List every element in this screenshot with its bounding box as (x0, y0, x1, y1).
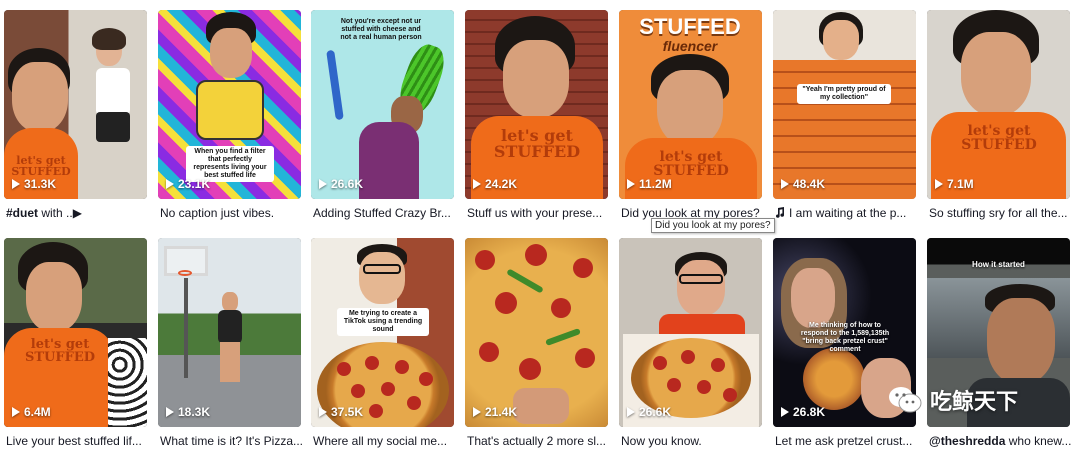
play-icon (781, 179, 789, 189)
play-icon (319, 407, 327, 417)
view-count: 21.4K (473, 405, 517, 419)
video-thumbnail[interactable]: let's get STUFFED 24.2K (465, 10, 608, 199)
video-caption[interactable]: @theshredda who knew... (929, 434, 1072, 448)
video-thumbnail[interactable]: 18.3K (158, 238, 301, 427)
play-icon (12, 179, 20, 189)
play-icon (935, 179, 943, 189)
video-thumbnail[interactable]: Not you're except not ur stuffed with ch… (311, 10, 454, 199)
view-count: 26.6K (319, 177, 363, 191)
play-icon (166, 179, 174, 189)
wechat-icon (889, 387, 922, 413)
play-icon (473, 407, 481, 417)
play-icon (319, 179, 327, 189)
play-icon (12, 407, 20, 417)
video-thumbnail[interactable]: 21.4K (465, 238, 608, 427)
video-caption[interactable]: I am waiting at the p... (775, 206, 918, 220)
caption-tooltip: Did you look at my pores? (651, 218, 775, 233)
video-caption[interactable]: Live your best stuffed lif... (6, 434, 149, 448)
view-count: 6.4M (12, 405, 51, 419)
video-thumbnail[interactable]: 26.6K (619, 238, 762, 427)
video-thumbnail[interactable]: let's get STUFFED 7.1M (927, 10, 1070, 199)
video-caption[interactable]: Let me ask pretzel crust... (775, 434, 918, 448)
view-count: 26.8K (781, 405, 825, 419)
view-count: 7.1M (935, 177, 974, 191)
video-thumbnail[interactable]: "Yeah I'm pretty proud of my collection"… (773, 10, 916, 199)
view-count: 26.6K (627, 405, 671, 419)
video-caption[interactable]: Where all my social me... (313, 434, 456, 448)
video-thumbnail[interactable]: let's get STUFFED 31.3K (4, 10, 147, 199)
play-icon (166, 407, 174, 417)
view-count: 48.4K (781, 177, 825, 191)
video-thumbnail[interactable]: let's get STUFFED 6.4M (4, 238, 147, 427)
play-icon (627, 179, 635, 189)
video-caption[interactable]: Now you know. (621, 434, 764, 448)
view-count: 24.2K (473, 177, 517, 191)
video-thumbnail[interactable]: Me trying to create a TikTok using a tre… (311, 238, 454, 427)
video-caption[interactable]: Stuff us with your prese... (467, 206, 610, 220)
video-caption[interactable]: So stuffing sry for all the... (929, 206, 1072, 220)
view-count: 11.2M (627, 177, 672, 191)
view-count: 31.3K (12, 177, 56, 191)
play-icon (473, 179, 481, 189)
video-thumbnail[interactable]: STUFFED fluencer let's get STUFFED 11.2M (619, 10, 762, 199)
video-caption[interactable]: That's actually 2 more sl... (467, 434, 610, 448)
play-icon (627, 407, 635, 417)
video-caption[interactable]: #duet with ..▶ (6, 206, 149, 220)
view-count: 18.3K (166, 405, 210, 419)
video-thumbnail[interactable]: When you find a filter that perfectly re… (158, 10, 301, 199)
video-caption[interactable]: What time is it? It's Pizza... (160, 434, 303, 448)
video-caption[interactable]: No caption just vibes. (160, 206, 303, 220)
video-grid: let's get STUFFED 31.3K #duet with ..▶ W… (0, 0, 1080, 453)
music-note-icon (776, 207, 785, 218)
view-count: 23.1K (166, 177, 210, 191)
view-count: 37.5K (319, 405, 363, 419)
watermark: 吃鲸天下 (888, 384, 1018, 416)
video-caption[interactable]: Adding Stuffed Crazy Br... (313, 206, 456, 220)
play-icon (781, 407, 789, 417)
